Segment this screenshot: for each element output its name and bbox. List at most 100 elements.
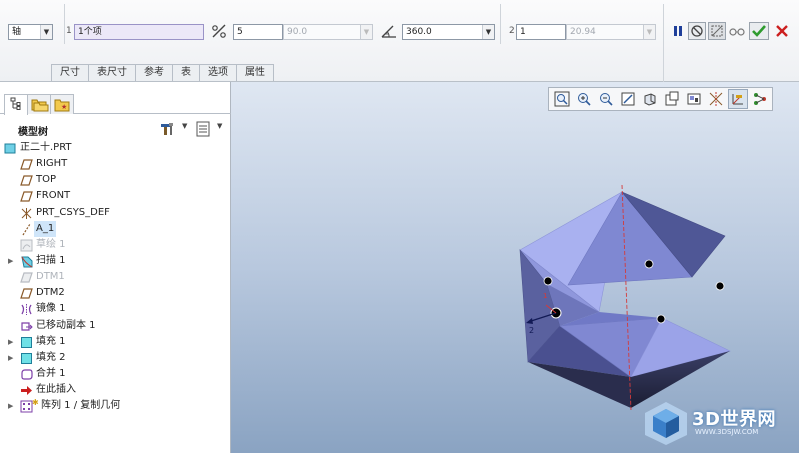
- expand-arrow-icon[interactable]: ▶: [8, 253, 16, 269]
- tree-item-label: 合并 1: [36, 367, 66, 379]
- tree-item[interactable]: 正二十.PRT: [0, 140, 231, 156]
- tree-item-label: A_1: [34, 220, 57, 237]
- spin-center-icon: [732, 94, 743, 105]
- shading-icon: [644, 93, 656, 106]
- tree-item[interactable]: DTM2: [0, 285, 231, 301]
- display-style-button[interactable]: [640, 89, 660, 109]
- tree-item-label: 已移动副本 1: [36, 319, 96, 331]
- zoom-out-button[interactable]: [596, 89, 616, 109]
- tree-item[interactable]: PRT_CSYS_DEF: [0, 205, 231, 221]
- direction-label-2: 2: [529, 326, 535, 335]
- navigator-tabs: ★: [0, 90, 231, 115]
- chevron-down-icon: ▼: [40, 25, 52, 39]
- tree-item-label: RIGHT: [36, 158, 68, 170]
- tree-item[interactable]: FRONT: [0, 188, 231, 204]
- expand-arrow-icon[interactable]: ▶: [8, 350, 16, 366]
- tree-item[interactable]: RIGHT: [0, 156, 231, 172]
- repaint-icon: [621, 92, 635, 106]
- expand-arrow-icon[interactable]: ▶: [8, 334, 16, 350]
- no-preview-icon: [691, 25, 703, 37]
- graphics-window[interactable]: 1 2: [231, 82, 799, 453]
- annotation-display-button[interactable]: [750, 89, 770, 109]
- preview-geometry-button[interactable]: [708, 22, 726, 40]
- tree-item[interactable]: 合并 1: [0, 366, 231, 382]
- tree-item[interactable]: 已移动副本 1: [0, 318, 231, 334]
- reference-type-select[interactable]: 轴 ▼: [8, 24, 53, 40]
- value-field-a[interactable]: 5: [233, 24, 283, 40]
- refit-button[interactable]: [552, 89, 572, 109]
- chevron-down-icon[interactable]: ▼: [217, 122, 222, 130]
- no-preview-button[interactable]: [688, 22, 706, 40]
- spin-center-button[interactable]: [728, 89, 748, 109]
- tree-item[interactable]: DTM1: [0, 269, 231, 285]
- datum-plane-icon: [20, 191, 33, 203]
- svg-text:★: ★: [61, 103, 67, 111]
- count-index: 2: [509, 26, 515, 36]
- cancel-button[interactable]: [773, 22, 791, 40]
- favorites-tab[interactable]: ★: [50, 94, 74, 114]
- count-field[interactable]: 1: [516, 24, 566, 40]
- csys-icon: [21, 207, 32, 219]
- tab-table-dimensions[interactable]: 表尺寸: [88, 64, 136, 81]
- tree-item[interactable]: 镜像 1: [0, 301, 231, 317]
- tree-item[interactable]: ▶ ✱ 阵列 1 / 复制几何: [0, 398, 231, 414]
- tree-item-label: 在此插入: [36, 384, 76, 396]
- expand-arrow-icon[interactable]: ▶: [8, 398, 16, 414]
- tree-item[interactable]: ▶ 扫描 1: [0, 253, 231, 269]
- reference-collector[interactable]: 1个项: [74, 24, 204, 40]
- ratio-icon[interactable]: [210, 22, 228, 40]
- show-columns-icon[interactable]: [196, 121, 210, 137]
- tree-item-label: FRONT: [36, 190, 71, 202]
- tree-item[interactable]: 草绘 1: [0, 237, 231, 253]
- drag-handle[interactable]: [644, 259, 654, 269]
- tree-item[interactable]: A_1: [0, 220, 231, 237]
- drag-handle[interactable]: [543, 276, 553, 286]
- tree-item-label: 阵列 1 / 复制几何: [41, 400, 121, 412]
- pause-button[interactable]: [669, 22, 687, 40]
- repaint-button[interactable]: [618, 89, 638, 109]
- folder-browser-tab[interactable]: [27, 94, 51, 114]
- tree-item[interactable]: ▶ 填充 2: [0, 350, 231, 366]
- saved-views-button[interactable]: [662, 89, 682, 109]
- saved-views-icon: [665, 91, 679, 106]
- star-folder-icon: ★: [54, 99, 70, 112]
- drag-handle[interactable]: [715, 281, 725, 291]
- settings-tools-icon[interactable]: [160, 121, 176, 137]
- zoom-out-icon: [600, 93, 613, 106]
- tab-options[interactable]: 选项: [199, 64, 237, 81]
- dashboard-tabs: 尺寸 表尺寸 参考 表 选项 属性: [51, 64, 274, 81]
- datum-display-filters-button[interactable]: [706, 89, 726, 109]
- angle-icon[interactable]: [380, 22, 398, 40]
- model-geometry: [519, 184, 731, 411]
- fill-icon: [21, 336, 32, 348]
- tree-item[interactable]: TOP: [0, 172, 231, 188]
- drag-handle[interactable]: [656, 314, 666, 324]
- annotation-icon: [754, 93, 766, 105]
- folder-icon: [31, 99, 49, 112]
- tab-properties[interactable]: 属性: [236, 64, 274, 81]
- tab-table[interactable]: 表: [172, 64, 200, 81]
- moved-copy-icon: [21, 321, 33, 331]
- view-manager-button[interactable]: [684, 89, 704, 109]
- verify-button[interactable]: [728, 22, 746, 40]
- refit-icon: [554, 91, 570, 107]
- fill-icon: [21, 352, 32, 364]
- datum-plane-icon: [20, 288, 33, 299]
- pause-icon: [674, 26, 682, 36]
- checkmark-icon: [752, 25, 766, 37]
- collector-index: 1: [66, 26, 72, 36]
- pattern-marker-icon: ✱: [32, 398, 39, 408]
- tab-dimensions[interactable]: 尺寸: [51, 64, 89, 81]
- chevron-down-icon[interactable]: ▼: [182, 122, 187, 130]
- chevron-down-icon: ▼: [360, 25, 372, 39]
- tree-item-label: PRT_CSYS_DEF: [36, 206, 110, 218]
- chevron-down-icon: ▼: [482, 25, 494, 39]
- model-tree-tab[interactable]: [4, 94, 28, 115]
- zoom-in-button[interactable]: [574, 89, 594, 109]
- direction-label-1: 1: [543, 292, 548, 300]
- sweep-icon: [21, 256, 33, 268]
- confirm-button[interactable]: [749, 22, 769, 40]
- tree-item[interactable]: ▶ 填充 1: [0, 334, 231, 350]
- tab-references[interactable]: 参考: [135, 64, 173, 81]
- angle-field[interactable]: 360.0 ▼: [402, 24, 495, 40]
